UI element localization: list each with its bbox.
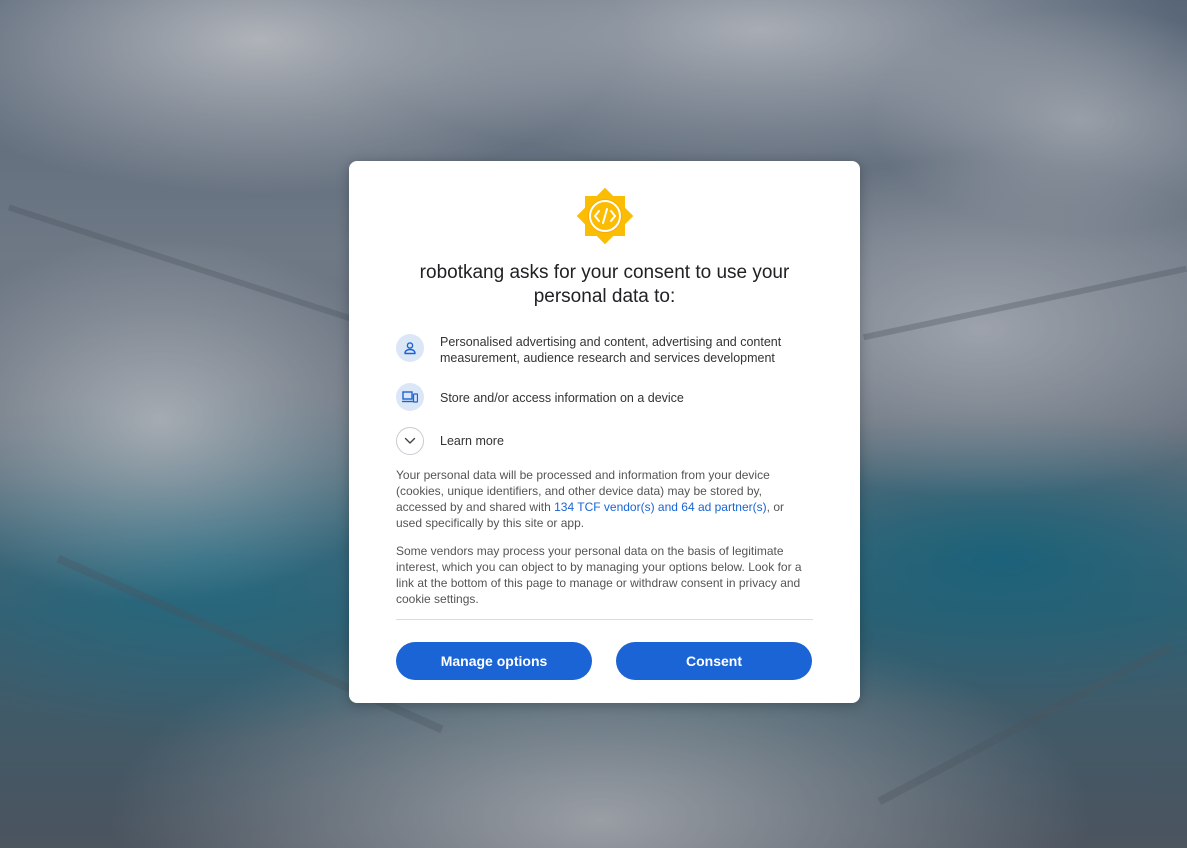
purpose-text: Store and/or access information on a dev…: [440, 391, 684, 405]
person-icon: [396, 334, 424, 362]
purpose-text: Personalised advertising and content, ad…: [440, 335, 782, 365]
divider: [396, 619, 813, 620]
learn-more-label[interactable]: Learn more: [440, 433, 814, 449]
learn-more-toggle[interactable]: Learn more: [396, 427, 816, 455]
dialog-title: robotkang asks for your consent to use y…: [419, 262, 790, 307]
legitimate-interest-notice: Some vendors may process your personal d…: [396, 544, 802, 606]
manage-options-button[interactable]: Manage options: [396, 642, 592, 680]
chevron-down-icon[interactable]: [396, 427, 424, 455]
devices-icon: [396, 383, 424, 411]
consent-dialog: robotkang asks for your consent to use y…: [349, 161, 860, 703]
vendors-link[interactable]: 134 TCF vendor(s) and 64 ad partner(s): [554, 500, 767, 514]
data-processing-notice: Your personal data will be processed and…: [396, 467, 808, 531]
purpose-item-device-storage: Store and/or access information on a dev…: [396, 383, 816, 411]
purpose-item-advertising: Personalised advertising and content, ad…: [396, 333, 816, 365]
consent-button[interactable]: Consent: [616, 642, 812, 680]
site-logo-icon: [576, 187, 634, 245]
